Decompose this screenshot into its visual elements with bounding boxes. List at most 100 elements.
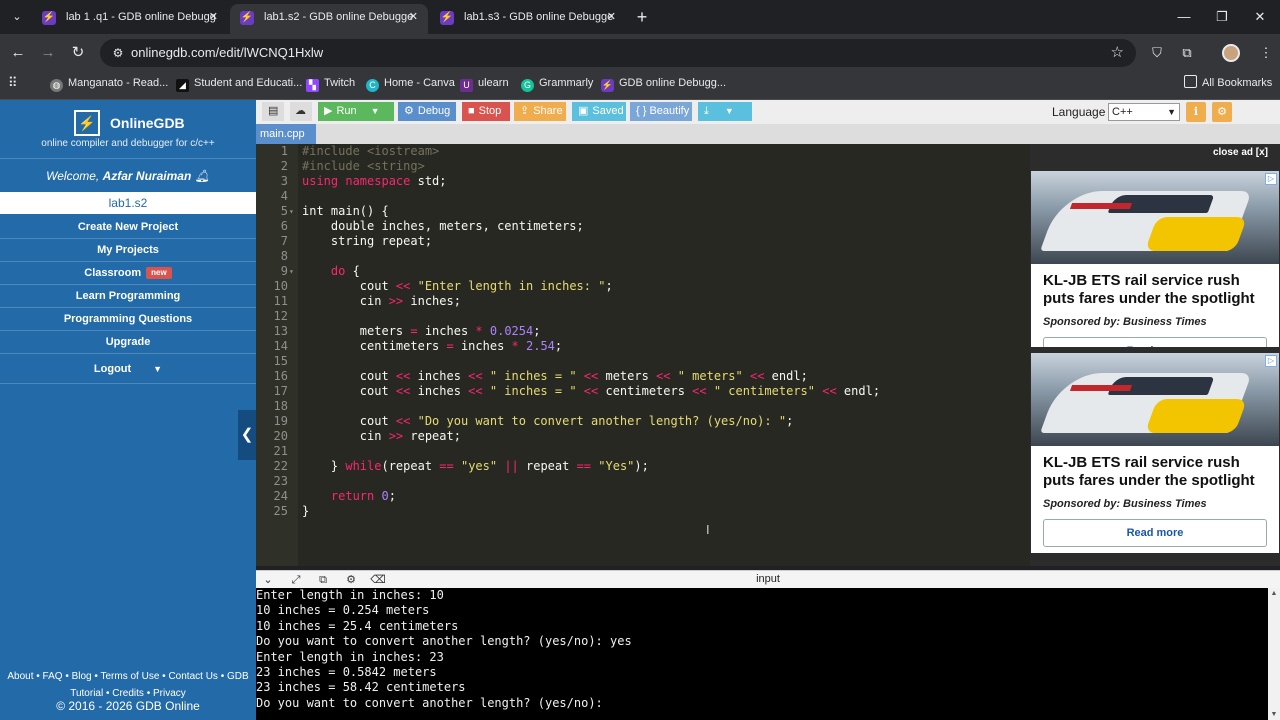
window-close-icon[interactable]: ✕ xyxy=(1250,6,1270,28)
code-line[interactable]: 23 xyxy=(256,474,1030,489)
code-line[interactable]: 10 cout << "Enter length in inches: "; xyxy=(256,279,1030,294)
code-line[interactable]: 21 xyxy=(256,444,1030,459)
code-line[interactable]: 18 xyxy=(256,399,1030,414)
train-image[interactable] xyxy=(1031,171,1279,264)
console-scrollbar[interactable]: ▲ ▼ xyxy=(1268,588,1280,720)
close-tab-icon[interactable]: ✕ xyxy=(209,4,218,30)
caret-down-icon[interactable]: ▼ xyxy=(371,106,380,116)
caret-down-icon[interactable]: ▼ xyxy=(725,106,734,116)
new-file-icon[interactable]: ▤ xyxy=(262,102,284,121)
caret-down-icon[interactable]: ▼ xyxy=(153,354,162,384)
browser-tab-1[interactable]: ⚡ lab 1 .q1 - GDB online Debugge ✕ xyxy=(32,4,228,34)
debug-button[interactable]: ⚙ Debug xyxy=(398,102,456,121)
fold-toggle-icon[interactable]: ▾ xyxy=(289,264,294,279)
ad-choices-icon[interactable]: ▷ xyxy=(1265,355,1277,367)
ad-headline[interactable]: KL-JB ETS rail service rush puts fares u… xyxy=(1043,454,1273,490)
info-icon[interactable]: ℹ xyxy=(1186,102,1206,122)
code-line[interactable]: 22 } while(repeat == "yes" || repeat == … xyxy=(256,459,1030,474)
close-tab-icon[interactable]: ✕ xyxy=(607,4,616,30)
bell-icon[interactable]: 🔔︎ xyxy=(195,169,210,183)
forward-icon[interactable]: → xyxy=(38,43,58,63)
settings-gear-icon[interactable]: ⚙ xyxy=(1212,102,1232,122)
code-line[interactable]: 3 using namespace std; xyxy=(256,174,1030,189)
code-line[interactable]: 17 cout << inches << " inches = " << cen… xyxy=(256,384,1030,399)
maximize-icon[interactable]: ❐ xyxy=(1212,6,1232,28)
bookmark-manganato[interactable]: ◍ Manganato - Read... xyxy=(50,72,168,94)
code-editor[interactable]: 1 #include <iostream> 2 #include <string> 3 u… xyxy=(256,144,1030,566)
browser-tab-2[interactable]: ⚡ lab1.s2 - GDB online Debugger ✕ xyxy=(230,4,428,34)
browser-tab-3[interactable]: ⚡ lab1.s3 - GDB online Debugger ✕ xyxy=(430,4,626,34)
sidebar-item-programming-questions[interactable]: Programming Questions xyxy=(0,308,256,331)
share-button[interactable]: ⇪ Share xyxy=(514,102,566,121)
code-line[interactable]: 12 xyxy=(256,309,1030,324)
tab-search-icon[interactable]: ⌄ xyxy=(6,6,28,28)
sidebar-item-my-projects[interactable]: My Projects xyxy=(0,239,256,262)
code-line[interactable]: 9 ▾ do { xyxy=(256,264,1030,279)
apps-grid-icon[interactable]: ⠿ xyxy=(8,72,18,94)
save-button[interactable]: ▣ Saved xyxy=(572,102,626,121)
code-line[interactable]: 1 #include <iostream> xyxy=(256,144,1030,159)
bookmark-grammarly[interactable]: G Grammarly xyxy=(521,72,593,94)
url-bar[interactable]: ⚙ onlinegdb.com/edit/lWCNQ1Hxlw ☆ xyxy=(100,39,1136,67)
reload-icon[interactable]: ↻ xyxy=(68,43,88,63)
fold-toggle-icon[interactable]: ▾ xyxy=(289,204,294,219)
ad-read-more-button[interactable]: Read more xyxy=(1043,519,1267,547)
sidebar-item-create-new-project[interactable]: Create New Project xyxy=(0,216,256,239)
stop-button[interactable]: ■ Stop xyxy=(462,102,510,121)
profile-avatar[interactable] xyxy=(1222,44,1240,62)
bookmark-star-icon[interactable]: ☆ xyxy=(1111,39,1124,67)
console-output[interactable]: Enter length in inches: 10 10 inches = 0.… xyxy=(256,588,1268,720)
scroll-down-icon[interactable]: ▼ xyxy=(1268,711,1280,718)
code-line[interactable]: 6 double inches, meters, centimeters; xyxy=(256,219,1030,234)
shield-extension-icon[interactable]: ⛉ xyxy=(1147,43,1167,63)
back-icon[interactable]: ← xyxy=(8,43,28,63)
code-line[interactable]: 13 meters = inches * 0.0254; xyxy=(256,324,1030,339)
lightning-logo-icon[interactable]: ⚡ xyxy=(74,110,100,136)
sidebar-item-upgrade[interactable]: Upgrade xyxy=(0,331,256,354)
ad-card-2[interactable]: ▷ KL-JB ETS rail service rush puts fares… xyxy=(1031,353,1279,553)
code-line[interactable]: 8 xyxy=(256,249,1030,264)
close-tab-icon[interactable]: ✕ xyxy=(409,4,418,30)
language-select[interactable]: C++ ▼ xyxy=(1108,103,1180,121)
upload-icon[interactable]: ☁ xyxy=(290,102,312,121)
code-line[interactable]: 7 string repeat; xyxy=(256,234,1030,249)
download-button[interactable]: ⤓ ▼ xyxy=(698,102,752,121)
code-line[interactable]: 16 cout << inches << " inches = " << met… xyxy=(256,369,1030,384)
bookmark-twitch[interactable]: ▚ Twitch xyxy=(306,72,355,94)
site-info-icon[interactable]: ⚙ xyxy=(110,45,126,61)
bookmark-canva[interactable]: C Home - Canva xyxy=(366,72,455,94)
code-line[interactable]: 25} xyxy=(256,504,1030,519)
ad-choices-icon[interactable]: ▷ xyxy=(1265,173,1277,185)
code-line[interactable]: 19 cout << "Do you want to convert anoth… xyxy=(256,414,1030,429)
url-text[interactable]: onlinegdb.com/edit/lWCNQ1Hxlw xyxy=(131,39,323,67)
ad-card-1[interactable]: ▷ KL-JB ETS rail service rush puts fares… xyxy=(1031,171,1279,347)
scroll-up-icon[interactable]: ▲ xyxy=(1268,590,1280,597)
collapse-sidebar-icon[interactable]: ❮ xyxy=(238,410,256,460)
sidebar-item-classroom[interactable]: Classroom new xyxy=(0,262,256,285)
train-image[interactable] xyxy=(1031,353,1279,446)
code-line[interactable]: 5 ▾ int main() { xyxy=(256,204,1030,219)
ad-headline[interactable]: KL-JB ETS rail service rush puts fares u… xyxy=(1043,272,1273,308)
more-menu-icon[interactable]: ⋮ xyxy=(1256,43,1276,63)
extensions-icon[interactable]: ⧉ xyxy=(1177,43,1197,63)
code-line[interactable]: 15 xyxy=(256,354,1030,369)
minimize-icon[interactable]: — xyxy=(1174,6,1194,28)
new-tab-icon[interactable]: + xyxy=(632,6,652,28)
sidebar-item-learn-programming[interactable]: Learn Programming xyxy=(0,285,256,308)
code-line[interactable]: 2 #include <string> xyxy=(256,159,1030,174)
code-line[interactable]: 14 centimeters = inches * 2.54; xyxy=(256,339,1030,354)
run-button[interactable]: ▶ Run ▼ xyxy=(318,102,394,121)
user-name[interactable]: Azfar Nuraiman xyxy=(103,169,192,183)
code-line[interactable]: 24 return 0; xyxy=(256,489,1030,504)
footer-links[interactable]: About • FAQ • Blog • Terms of Use • Cont… xyxy=(0,668,256,702)
code-line[interactable]: 20 cin >> repeat; xyxy=(256,429,1030,444)
bookmark-student[interactable]: ◢ Student and Educati... xyxy=(176,72,302,94)
bookmark-ulearn[interactable]: Uulearn xyxy=(460,72,509,94)
code-line[interactable]: 4 xyxy=(256,189,1030,204)
sidebar-item-logout[interactable]: Logout ▼ xyxy=(0,354,256,384)
ad-read-more-button[interactable]: Read more xyxy=(1043,337,1267,347)
beautify-button[interactable]: { } Beautify xyxy=(630,102,692,121)
bookmark-gdb[interactable]: ⚡ GDB online Debugg... xyxy=(601,72,726,94)
close-ad-button[interactable]: close ad [x] xyxy=(1213,147,1268,158)
file-tab-main-cpp[interactable]: main.cpp xyxy=(256,124,316,144)
